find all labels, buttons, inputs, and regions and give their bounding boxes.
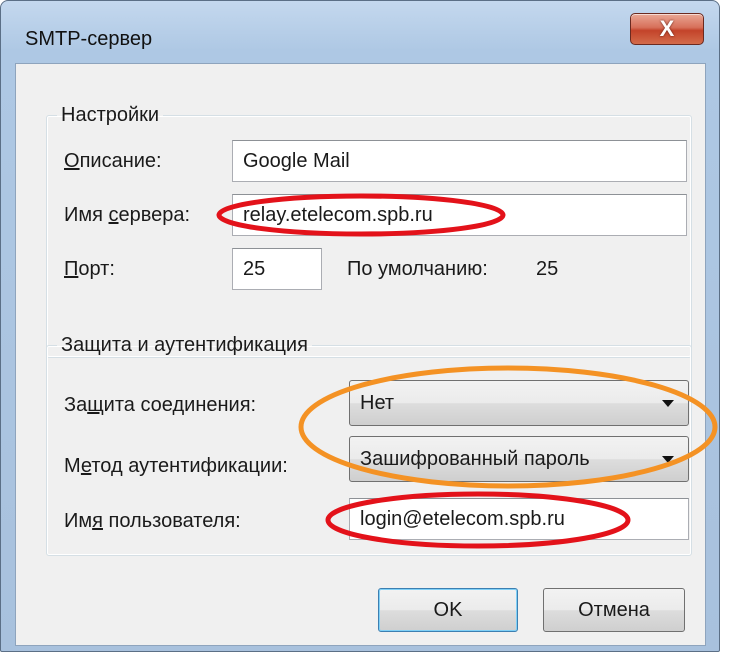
auth-method-value: Зашифрованный пароль: [360, 447, 590, 470]
server-name-field[interactable]: relay.etelecom.spb.ru: [232, 194, 687, 236]
chevron-down-icon: [662, 456, 674, 463]
auth-method-label: Метод аутентификации:: [64, 455, 288, 477]
chevron-down-icon: [662, 400, 674, 407]
connection-security-value: Нет: [360, 391, 395, 414]
default-port-value: 25: [536, 258, 559, 280]
username-label: Имя пользователя:: [64, 510, 241, 532]
username-field[interactable]: login@etelecom.spb.ru: [349, 498, 689, 540]
description-label: Описание:: [64, 150, 162, 172]
settings-group-label: Настройки: [61, 104, 160, 126]
default-port-label: По умолчанию:: [347, 258, 488, 280]
dialog-body: Настройки Описание: Google Mail Имя серв…: [15, 63, 706, 646]
ok-button[interactable]: OK: [378, 588, 518, 632]
close-button[interactable]: X: [630, 13, 704, 45]
connection-security-select[interactable]: Нет: [349, 380, 689, 426]
connection-security-label: Защита соединения:: [64, 394, 257, 416]
security-group-label: Защита и аутентификация: [61, 334, 308, 356]
port-field[interactable]: 25: [232, 248, 322, 290]
description-field[interactable]: Google Mail: [232, 140, 687, 182]
cancel-button[interactable]: Отмена: [543, 588, 685, 632]
server-name-label: Имя сервера:: [64, 204, 191, 226]
title-bar[interactable]: SMTP-сервер X: [1, 1, 719, 63]
smtp-server-dialog: SMTP-сервер X Настройки Описание: Google…: [0, 0, 720, 652]
close-icon: X: [659, 16, 675, 41]
port-label: Порт:: [64, 258, 115, 280]
window-title: SMTP-сервер: [25, 28, 153, 50]
auth-method-select[interactable]: Зашифрованный пароль: [349, 436, 689, 482]
